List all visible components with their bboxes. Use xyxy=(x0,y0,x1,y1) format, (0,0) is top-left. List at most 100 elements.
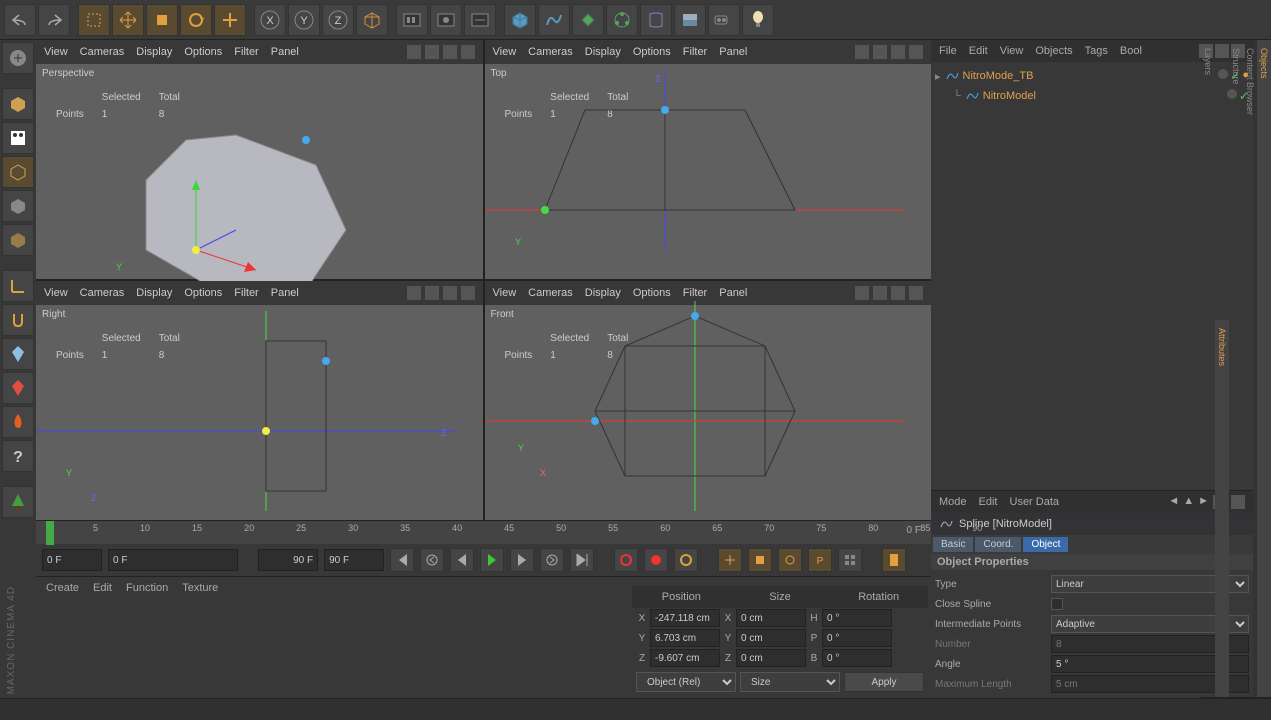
menu-bool[interactable]: Bool xyxy=(1120,45,1142,57)
viewport-front[interactable]: View Cameras Display Options Filter Pane… xyxy=(485,281,932,520)
viewport-perspective[interactable]: View Cameras Display Options Filter Pane… xyxy=(36,40,483,279)
redo-button[interactable] xyxy=(38,4,70,36)
menu-edit[interactable]: Edit xyxy=(93,582,112,594)
tree-tool[interactable] xyxy=(2,486,34,518)
menu-texture[interactable]: Texture xyxy=(182,582,218,594)
tab-content[interactable]: Content Browser xyxy=(1243,40,1257,698)
vp-menu-panel[interactable]: Panel xyxy=(719,287,747,299)
key-options-button[interactable] xyxy=(674,548,698,572)
menu-file[interactable]: File xyxy=(939,45,957,57)
edge-mode[interactable] xyxy=(2,224,34,256)
vp-menu-display[interactable]: Display xyxy=(136,46,172,58)
menu-objects[interactable]: Objects xyxy=(1035,45,1072,57)
vp-menu-display[interactable]: Display xyxy=(585,287,621,299)
vp-menu-cameras[interactable]: Cameras xyxy=(80,287,125,299)
vp-menu-display[interactable]: Display xyxy=(136,287,172,299)
transform-tool[interactable] xyxy=(214,4,246,36)
vp-menu-view[interactable]: View xyxy=(493,46,517,58)
viewport-top[interactable]: View Cameras Display Options Filter Pane… xyxy=(485,40,932,279)
timeline-options-button[interactable] xyxy=(882,548,906,572)
range-end-input[interactable] xyxy=(258,549,318,571)
light-button[interactable] xyxy=(742,4,774,36)
rot-b-input[interactable] xyxy=(822,649,892,667)
tab-layers[interactable]: Layers xyxy=(1201,40,1215,698)
vp-menu-filter[interactable]: Filter xyxy=(234,287,258,299)
size-z-input[interactable] xyxy=(736,649,806,667)
vp-menu-options[interactable]: Options xyxy=(184,46,222,58)
vp-icon[interactable] xyxy=(407,286,421,300)
vp-menu-view[interactable]: View xyxy=(44,46,68,58)
size-y-input[interactable] xyxy=(736,629,806,647)
vp-icon[interactable] xyxy=(461,286,475,300)
vp-menu-cameras[interactable]: Cameras xyxy=(528,287,573,299)
axis-cube-button[interactable] xyxy=(356,4,388,36)
play-button[interactable] xyxy=(480,548,504,572)
tab-structure[interactable]: Structure xyxy=(1229,40,1243,698)
key-pos-button[interactable] xyxy=(718,548,742,572)
menu-userdata[interactable]: User Data xyxy=(1010,496,1060,508)
prev-frame-button[interactable] xyxy=(450,548,474,572)
vp-menu-cameras[interactable]: Cameras xyxy=(528,46,573,58)
menu-view[interactable]: View xyxy=(1000,45,1024,57)
fire-tool[interactable] xyxy=(2,406,34,438)
vp-menu-filter[interactable]: Filter xyxy=(234,46,258,58)
autokey-button[interactable] xyxy=(644,548,668,572)
workplane-tool[interactable] xyxy=(2,338,34,370)
pos-x-input[interactable] xyxy=(650,609,720,627)
pos-z-input[interactable] xyxy=(650,649,720,667)
close-spline-checkbox[interactable] xyxy=(1051,598,1063,610)
render-region-button[interactable] xyxy=(430,4,462,36)
key-all-button[interactable] xyxy=(838,548,862,572)
vp-menu-view[interactable]: View xyxy=(493,287,517,299)
menu-function[interactable]: Function xyxy=(126,582,168,594)
vp-menu-view[interactable]: View xyxy=(44,287,68,299)
vp-menu-options[interactable]: Options xyxy=(633,46,671,58)
vp-icon[interactable] xyxy=(425,286,439,300)
vp-icon[interactable] xyxy=(443,286,457,300)
start-frame-input[interactable] xyxy=(42,549,102,571)
deformer-button[interactable] xyxy=(640,4,672,36)
key-param-button[interactable]: P xyxy=(808,548,832,572)
key-rot-button[interactable] xyxy=(778,548,802,572)
model-mode[interactable] xyxy=(2,88,34,120)
z-axis-button[interactable]: Z xyxy=(322,4,354,36)
vp-menu-options[interactable]: Options xyxy=(184,287,222,299)
tab-objects[interactable]: Objects xyxy=(1257,40,1271,698)
scatter-tool[interactable] xyxy=(2,372,34,404)
vp-icon[interactable] xyxy=(443,45,457,59)
vp-menu-filter[interactable]: Filter xyxy=(683,287,707,299)
vp-icon[interactable] xyxy=(855,286,869,300)
menu-edit[interactable]: Edit xyxy=(979,496,998,508)
vp-menu-panel[interactable]: Panel xyxy=(271,287,299,299)
next-frame-button[interactable] xyxy=(510,548,534,572)
x-axis-button[interactable]: X xyxy=(254,4,286,36)
axis-tool[interactable] xyxy=(2,270,34,302)
nav-up-icon[interactable]: ▲ xyxy=(1183,495,1194,509)
playhead[interactable] xyxy=(46,521,54,545)
prev-key-button[interactable] xyxy=(420,548,444,572)
vp-icon[interactable] xyxy=(873,45,887,59)
vp-icon[interactable] xyxy=(909,45,923,59)
vp-icon[interactable] xyxy=(855,45,869,59)
vp-menu-cameras[interactable]: Cameras xyxy=(80,46,125,58)
menu-tags[interactable]: Tags xyxy=(1085,45,1108,57)
rot-p-input[interactable] xyxy=(822,629,892,647)
spline-primitive[interactable] xyxy=(538,4,570,36)
vp-menu-panel[interactable]: Panel xyxy=(719,46,747,58)
nav-back-icon[interactable]: ◄ xyxy=(1168,495,1179,509)
rot-h-input[interactable] xyxy=(822,609,892,627)
vp-icon[interactable] xyxy=(461,45,475,59)
record-button[interactable] xyxy=(614,548,638,572)
size-x-input[interactable] xyxy=(736,609,806,627)
vp-menu-options[interactable]: Options xyxy=(633,287,671,299)
vp-icon[interactable] xyxy=(891,286,905,300)
point-mode[interactable] xyxy=(2,190,34,222)
snap-tool[interactable] xyxy=(2,304,34,336)
vp-menu-panel[interactable]: Panel xyxy=(271,46,299,58)
size-mode-select[interactable]: Size xyxy=(740,672,840,692)
vp-menu-display[interactable]: Display xyxy=(585,46,621,58)
range-start-input[interactable] xyxy=(108,549,238,571)
timeline-ruler[interactable]: 051015202530354045505560657075808590 0 F xyxy=(36,520,931,544)
viewport-right[interactable]: View Cameras Display Options Filter Pane… xyxy=(36,281,483,520)
apply-button[interactable]: Apply xyxy=(844,672,924,692)
